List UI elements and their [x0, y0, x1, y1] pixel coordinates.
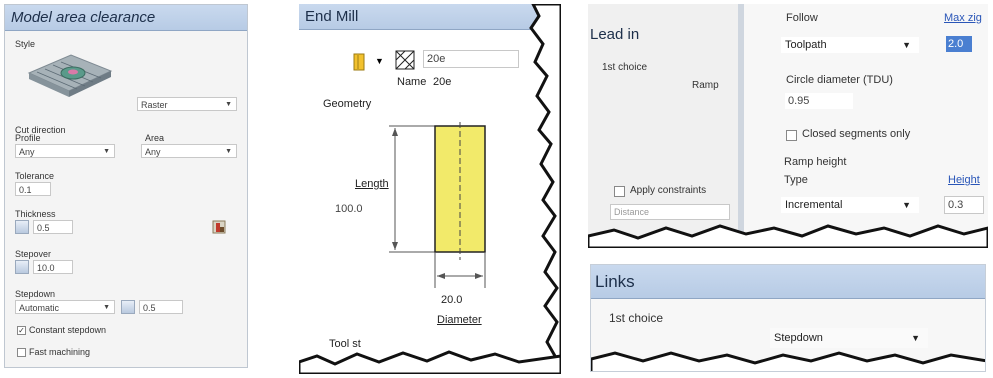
stepdown-button[interactable]: [121, 300, 135, 314]
links-title: Links: [591, 265, 985, 299]
stepdown-mode-select[interactable]: Automatic ▼: [15, 300, 115, 314]
chevron-down-icon: ▼: [911, 333, 920, 343]
chevron-down-icon: ▼: [902, 200, 911, 210]
thickness-button[interactable]: [15, 220, 29, 234]
distance-input[interactable]: Distance: [610, 204, 730, 220]
tolerance-input[interactable]: 0.1: [15, 182, 51, 196]
style-select[interactable]: Raster ▼: [137, 97, 237, 111]
model-area-clearance-panel: Model area clearance Style Raster ▼ Cut d…: [4, 4, 248, 368]
max-zig-link[interactable]: Max zig: [944, 12, 982, 24]
stepover-label: Stepover: [15, 249, 52, 259]
length-input[interactable]: 100.0: [331, 200, 383, 218]
stepdown-label: Stepdown: [15, 289, 56, 299]
raster-style-image: [27, 54, 113, 97]
first-choice-value: Ramp: [692, 80, 719, 91]
ramp-height-label: Ramp height: [784, 156, 847, 168]
tool-geometry-diagram: [389, 122, 486, 288]
apply-constraints-checkbox[interactable]: [614, 186, 625, 197]
torn-edge: [588, 224, 988, 248]
tool-id-input[interactable]: 20e: [423, 50, 519, 68]
name-label: Name: [397, 76, 427, 88]
closed-segments-label: Closed segments only: [802, 128, 911, 140]
crosshatch-icon[interactable]: [395, 50, 415, 70]
height-input[interactable]: 0.3: [944, 196, 984, 214]
model-area-clearance-title: Model area clearance: [5, 5, 247, 31]
diameter-value: 20.0: [441, 294, 463, 306]
thickness-input[interactable]: 0.5: [33, 220, 73, 234]
chevron-down-icon[interactable]: ▼: [375, 56, 384, 66]
fast-machining-checkbox[interactable]: [17, 348, 26, 357]
tool-state-label: Tool st: [329, 338, 361, 350]
length-link[interactable]: Length: [355, 178, 389, 190]
constant-stepdown-checkbox[interactable]: ✓: [17, 326, 26, 335]
circle-diameter-input[interactable]: 0.95: [784, 92, 854, 110]
links-first-choice-label: 1st choice: [609, 311, 664, 325]
chevron-down-icon: ▼: [225, 148, 232, 155]
follow-select[interactable]: Toolpath ▼: [780, 36, 920, 54]
profile-label: Profile: [15, 133, 41, 143]
circle-diameter-label: Circle diameter (TDU): [786, 74, 893, 86]
fast-machining-label: Fast machining: [29, 347, 91, 357]
style-label: Style: [15, 39, 36, 49]
tolerance-label: Tolerance: [15, 171, 55, 181]
profile-select[interactable]: Any ▼: [15, 144, 115, 158]
name-value: 20e: [433, 76, 452, 88]
constant-stepdown-label: Constant stepdown: [29, 325, 107, 335]
end-mill-panel: End Mill ▼ 20e Name 20e Geometry Length …: [299, 4, 561, 374]
links-first-choice-select[interactable]: Stepdown ▼: [769, 327, 929, 349]
chevron-down-icon: ▼: [103, 304, 110, 311]
stepover-input[interactable]: 10.0: [33, 260, 73, 274]
area-label: Area: [145, 133, 165, 143]
lead-in-panel: Lead in 1st choice Ramp Apply constraint…: [588, 4, 988, 248]
closed-segments-checkbox[interactable]: [786, 130, 797, 141]
apply-constraints-label: Apply constraints: [630, 185, 707, 196]
follow-label: Follow: [786, 12, 818, 24]
diameter-link[interactable]: Diameter: [437, 314, 482, 326]
links-panel: Links 1st choice Stepdown ▼: [590, 264, 986, 372]
geometry-label: Geometry: [323, 98, 372, 110]
thickness-label: Thickness: [15, 209, 56, 219]
chevron-down-icon: ▼: [103, 148, 110, 155]
lead-in-left-section: Lead in 1st choice Ramp Apply constraint…: [588, 4, 744, 248]
chevron-down-icon: ▼: [902, 40, 911, 50]
type-select[interactable]: Incremental ▼: [780, 196, 920, 214]
torn-edge: [591, 351, 985, 371]
stepdown-input[interactable]: 0.5: [139, 300, 183, 314]
stepover-button[interactable]: [15, 260, 29, 274]
first-choice-label: 1st choice: [602, 62, 648, 73]
chevron-down-icon: ▼: [225, 101, 232, 108]
lead-in-title: Lead in: [590, 26, 640, 43]
tool-icon[interactable]: [211, 219, 227, 235]
height-link[interactable]: Height: [948, 174, 980, 186]
tool-icon[interactable]: [351, 52, 369, 72]
type-label: Type: [784, 174, 808, 186]
area-select[interactable]: Any ▼: [141, 144, 237, 158]
max-zig-input[interactable]: 2.0: [946, 36, 972, 52]
